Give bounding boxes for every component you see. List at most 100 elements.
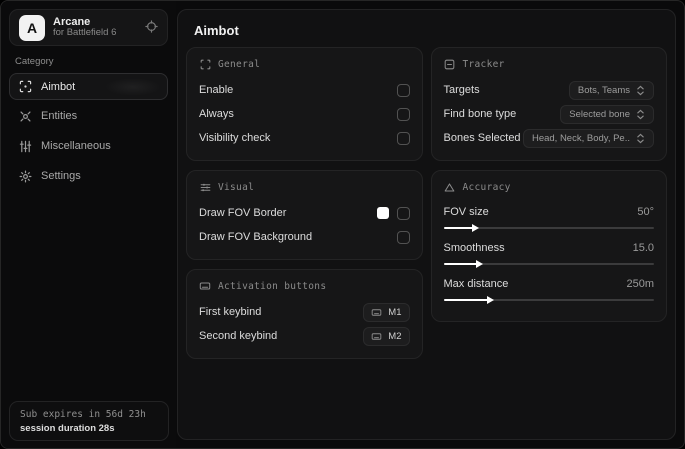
triangle-icon [444,181,456,193]
app-logo: A [19,14,45,41]
general-card: General Enable Always Visibility check [186,47,423,161]
second-keybind-button[interactable]: M2 [363,326,410,346]
sliders-horizontal-icon [199,181,211,193]
unfold-more-icon [636,109,645,120]
right-column: Tracker Targets Bots, Teams Find bone ty… [430,47,667,322]
setting-label: Smoothness [443,242,505,254]
category-label: Category [15,56,54,67]
visual-card: Visual Draw FOV Border Draw FOV Backgrou… [186,170,423,260]
square-minus-icon [444,58,456,70]
sliders-vertical-icon [19,140,32,153]
setting-label: Always [199,108,234,120]
section-title: Visual [218,181,255,193]
setting-label: Find bone type [443,108,517,120]
keybind-value: M2 [388,330,402,342]
setting-row-targets: Targets Bots, Teams [443,79,654,101]
always-checkbox[interactable] [396,107,410,121]
setting-label: First keybind [199,306,262,318]
refresh-target-icon[interactable] [145,20,158,35]
targets-dropdown[interactable]: Bots, Teams [568,80,654,100]
tracker-header: Tracker [444,58,655,70]
subscription-box: Sub expires in 56d 23h session duration … [9,401,169,441]
sidebar-item-aimbot[interactable]: Aimbot [9,73,168,100]
enable-checkbox[interactable] [396,83,410,97]
smoothness-slider-row: Smoothness 15.0 [443,238,654,268]
sidebar: A Arcane for Battlefield 6 Category Aimb… [1,1,176,448]
setting-label: Bones Selected [443,132,521,144]
slider-value: 250m [626,278,654,290]
visibility-check-checkbox[interactable] [396,131,410,145]
accuracy-header: Accuracy [444,181,655,193]
first-keybind-button[interactable]: M1 [363,302,410,322]
tracker-card: Tracker Targets Bots, Teams Find bone ty… [430,47,667,161]
max-distance-slider-row: Max distance 250m [443,274,654,304]
sub-expires-text: Sub expires in 56d 23h [20,409,146,420]
keybind-value: M1 [388,306,402,318]
setting-row-visibility-check: Visibility check [199,127,410,149]
dropdown-value: Bots, Teams [577,84,630,96]
scan-frame-icon [199,58,211,70]
section-title: Tracker [462,58,505,70]
content-columns: General Enable Always Visibility check V… [178,47,675,359]
setting-label: Visibility check [199,132,271,144]
fov-border-color-swatch[interactable] [376,207,389,219]
dropdown-value: Head, Neck, Body, Pe.. [531,132,630,144]
dropdown-value: Selected bone [569,108,630,120]
gear-icon [19,170,32,183]
section-title: Activation buttons [218,280,327,292]
setting-row-enable: Enable [199,79,410,101]
max-distance-slider[interactable] [443,296,654,304]
setting-label: FOV size [443,206,489,218]
app-title-block: Arcane for Battlefield 6 [53,16,137,40]
sidebar-item-miscellaneous[interactable]: Miscellaneous [9,134,168,158]
setting-label: Second keybind [199,330,278,342]
page-title: Aimbot [194,23,239,38]
keyboard-icon [371,307,382,318]
crosshair-icon [19,80,32,93]
entities-icon [19,110,32,123]
find-bone-type-dropdown[interactable]: Selected bone [560,104,654,124]
setting-row-first-keybind: First keybind M1 [199,301,410,323]
sidebar-nav: Aimbot Entities Miscellaneous Settings [1,73,176,188]
main-panel: Aimbot General Enable Always Visibility … [177,9,676,440]
setting-row-always: Always [199,103,410,125]
setting-label: Enable [199,84,234,96]
setting-label: Draw FOV Border [199,207,287,219]
app-header-card: A Arcane for Battlefield 6 [9,9,168,46]
smoothness-slider[interactable] [443,260,654,268]
setting-row-bones-selected: Bones Selected Head, Neck, Body, Pe.. [443,127,654,149]
app-window: A Arcane for Battlefield 6 Category Aimb… [0,0,685,449]
setting-row-draw-fov-background: Draw FOV Background [199,226,410,248]
sidebar-item-label: Miscellaneous [41,140,111,152]
setting-row-draw-fov-border: Draw FOV Border [199,202,410,224]
general-header: General [199,58,410,70]
setting-label: Targets [443,84,480,96]
activation-card: Activation buttons First keybind M1 Seco… [186,269,423,359]
sidebar-item-label: Entities [41,110,78,122]
sidebar-item-settings[interactable]: Settings [9,164,168,188]
slider-value: 50° [637,206,654,218]
unfold-more-icon [636,85,645,96]
setting-label: Draw FOV Background [199,231,313,243]
left-column: General Enable Always Visibility check V… [186,47,423,359]
sidebar-item-label: Settings [41,170,81,182]
bones-selected-dropdown[interactable]: Head, Neck, Body, Pe.. [522,128,654,148]
app-subtitle: for Battlefield 6 [53,27,117,39]
draw-fov-border-checkbox[interactable] [396,206,410,220]
fov-size-slider[interactable] [443,224,654,232]
session-duration-text: session duration 28s [20,423,115,434]
draw-fov-background-checkbox[interactable] [396,230,410,244]
sidebar-item-label: Aimbot [41,80,76,93]
setting-row-second-keybind: Second keybind M2 [199,325,410,347]
unfold-more-icon [636,133,645,144]
section-title: General [218,58,261,70]
activation-header: Activation buttons [199,280,410,292]
setting-label: Max distance [443,278,509,290]
accuracy-card: Accuracy FOV size 50° Smoothness 15.0 Ma… [430,170,667,322]
fov-size-slider-row: FOV size 50° [443,202,654,232]
sidebar-item-entities[interactable]: Entities [9,104,168,128]
section-title: Accuracy [462,181,511,193]
visual-header: Visual [199,181,410,193]
keyboard-icon [199,280,211,292]
keyboard-icon [371,331,382,342]
